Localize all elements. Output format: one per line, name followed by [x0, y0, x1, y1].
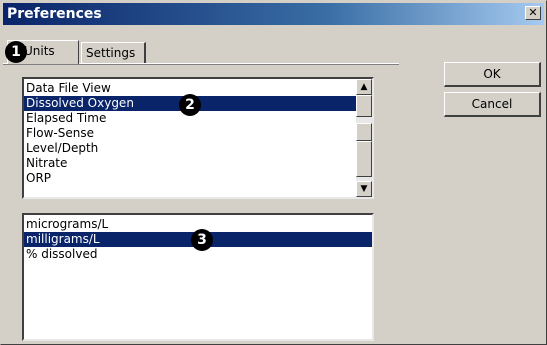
close-icon: ✕	[528, 6, 538, 19]
unit-type-item[interactable]: Flow-Sense	[24, 126, 372, 141]
unit-type-rows: Data File View Dissolved Oxygen Elapsed Ti…	[24, 79, 372, 186]
scroll-up-button[interactable]: ▲	[356, 79, 372, 95]
callout-marker-3: 3	[191, 229, 213, 251]
unit-type-item[interactable]: Level/Depth	[24, 141, 372, 156]
scroll-down-button[interactable]: ▼	[356, 181, 372, 197]
ok-button[interactable]: OK	[444, 62, 541, 87]
tab-settings[interactable]: Settings	[81, 42, 146, 64]
scroll-up-icon: ▲	[360, 82, 368, 92]
unit-type-item[interactable]: Elapsed Time	[24, 111, 372, 126]
unit-type-item[interactable]: Nitrate	[24, 156, 372, 171]
unit-type-list[interactable]: Data File View Dissolved Oxygen Elapsed Ti…	[22, 77, 374, 199]
scroll-down-icon: ▼	[360, 184, 368, 194]
callout-marker-1: 1	[5, 41, 27, 63]
tab-settings-label: Settings	[86, 46, 136, 60]
scroll-track-segment-lower	[356, 141, 372, 177]
scroll-track-segment	[356, 123, 372, 141]
preferences-dialog: Preferences ✕ Units Settings 1 Data File…	[0, 0, 547, 345]
close-button[interactable]: ✕	[525, 6, 541, 20]
unit-type-item[interactable]: ORP	[24, 171, 372, 186]
title-bar[interactable]: Preferences ✕	[3, 3, 544, 25]
cancel-button[interactable]: Cancel	[444, 92, 541, 117]
window-title: Preferences	[7, 6, 102, 22]
callout-marker-2: 2	[179, 94, 201, 116]
unit-type-scrollbar[interactable]: ▲ ▼	[356, 79, 372, 197]
unit-type-item[interactable]: Data File View	[24, 81, 372, 96]
scroll-thumb[interactable]	[356, 95, 372, 117]
